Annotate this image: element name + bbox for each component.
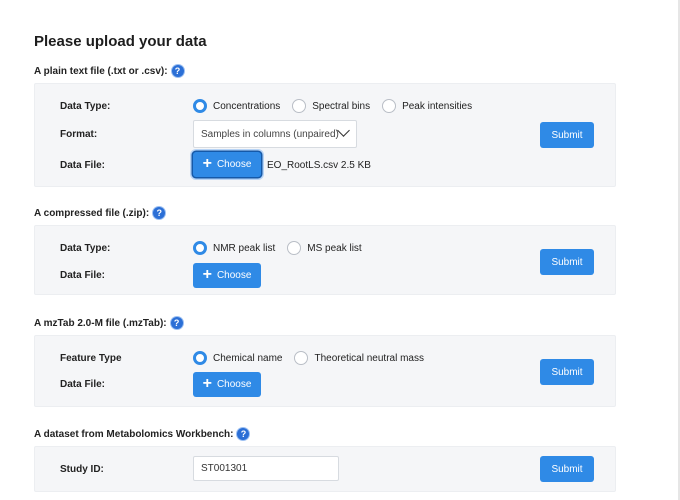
submit-mztab-button[interactable]: Submit xyxy=(540,359,594,385)
radio-spectral-bins-label: Spectral bins xyxy=(312,100,371,112)
choose-file-button-label: Choose xyxy=(216,159,252,170)
radio-nmr-peak-list-label: NMR peak list xyxy=(213,242,276,254)
plain-text-heading-label: A plain text file (.txt or .csv): xyxy=(34,65,168,77)
radio-nmr-peak-list-input[interactable] xyxy=(193,241,207,255)
workbench-panel: Study ID: Submit xyxy=(34,446,616,492)
question-circle-icon[interactable]: ? xyxy=(170,317,183,329)
radio-nmr-peak-list[interactable]: NMR peak list xyxy=(193,241,275,255)
data-file-label: Data File: xyxy=(60,379,106,390)
submit-compressed-button[interactable]: Submit xyxy=(540,249,594,275)
plus-icon: + xyxy=(202,374,212,392)
radio-concentrations-input[interactable] xyxy=(193,99,207,113)
feature-type-radio-group: Chemical name Theoretical neutral mass xyxy=(193,351,436,365)
data-type-label: Data Type: xyxy=(60,101,111,112)
radio-ms-peak-list[interactable]: MS peak list xyxy=(287,241,362,255)
workbench-heading-label: A dataset from Metabolomics Workbench: xyxy=(34,428,234,440)
mztab-panel: Feature Type Chemical name Theoretical n… xyxy=(34,335,616,407)
plus-icon: + xyxy=(202,265,212,283)
question-circle-icon[interactable]: ? xyxy=(237,428,250,440)
radio-theoretical-neutral-mass-label: Theoretical neutral mass xyxy=(314,352,424,364)
submit-workbench-button[interactable]: Submit xyxy=(540,456,594,482)
choose-file-button-label: Choose xyxy=(216,379,252,390)
radio-concentrations[interactable]: Concentrations xyxy=(193,99,280,113)
mztab-heading: A mzTab 2.0-M file (.mzTab): ? xyxy=(34,317,183,329)
radio-chemical-name-input[interactable] xyxy=(193,351,207,365)
radio-spectral-bins-input[interactable] xyxy=(292,99,307,113)
radio-ms-peak-list-input[interactable] xyxy=(287,241,302,255)
choose-file-button[interactable]: + Choose xyxy=(193,152,261,177)
submit-plain-text-button[interactable]: Submit xyxy=(540,122,594,148)
radio-theoretical-neutral-mass[interactable]: Theoretical neutral mass xyxy=(294,351,424,365)
radio-spectral-bins[interactable]: Spectral bins xyxy=(292,99,370,113)
choose-file-button[interactable]: + Choose xyxy=(193,372,261,397)
radio-peak-intensities-input[interactable] xyxy=(382,99,397,113)
compressed-heading-label: A compressed file (.zip): xyxy=(34,207,150,219)
radio-concentrations-label: Concentrations xyxy=(213,100,281,112)
radio-chemical-name[interactable]: Chemical name xyxy=(193,351,282,365)
choose-file-button[interactable]: + Choose xyxy=(193,263,261,288)
question-circle-icon[interactable]: ? xyxy=(153,207,166,219)
compressed-panel: Data Type: NMR peak list MS peak list Da… xyxy=(34,225,616,295)
radio-peak-intensities[interactable]: Peak intensities xyxy=(382,99,472,113)
format-label: Format: xyxy=(60,129,98,140)
data-file-label: Data File: xyxy=(60,270,106,281)
data-type-label: Data Type: xyxy=(60,243,111,254)
data-file-label: Data File: xyxy=(60,160,106,171)
data-type-radio-group: NMR peak list MS peak list xyxy=(193,241,374,255)
feature-type-label: Feature Type xyxy=(60,353,122,364)
format-select-value: Samples in columns (unpaired) xyxy=(201,128,339,140)
radio-chemical-name-label: Chemical name xyxy=(213,352,283,364)
radio-ms-peak-list-label: MS peak list xyxy=(307,242,362,254)
question-circle-icon[interactable]: ? xyxy=(171,65,184,77)
mztab-heading-label: A mzTab 2.0-M file (.mzTab): xyxy=(34,317,167,329)
radio-theoretical-neutral-mass-input[interactable] xyxy=(294,351,309,365)
plus-icon: + xyxy=(202,154,212,172)
selected-file-info: EO_RootLS.csv 2.5 KB xyxy=(267,160,371,171)
page-title: Please upload your data xyxy=(34,33,207,50)
study-id-input[interactable] xyxy=(193,456,339,481)
study-id-label: Study ID: xyxy=(60,464,104,475)
plain-text-heading: A plain text file (.txt or .csv): ? xyxy=(34,65,184,77)
data-type-radio-group: Concentrations Spectral bins Peak intens… xyxy=(193,99,484,113)
plain-text-panel: Data Type: Concentrations Spectral bins … xyxy=(34,83,616,187)
radio-peak-intensities-label: Peak intensities xyxy=(402,100,473,112)
workbench-heading: A dataset from Metabolomics Workbench: ? xyxy=(34,428,250,440)
choose-file-button-label: Choose xyxy=(216,270,252,281)
compressed-heading: A compressed file (.zip): ? xyxy=(34,207,166,219)
chevron-down-icon xyxy=(337,124,350,137)
format-select[interactable]: Samples in columns (unpaired) xyxy=(193,120,357,148)
